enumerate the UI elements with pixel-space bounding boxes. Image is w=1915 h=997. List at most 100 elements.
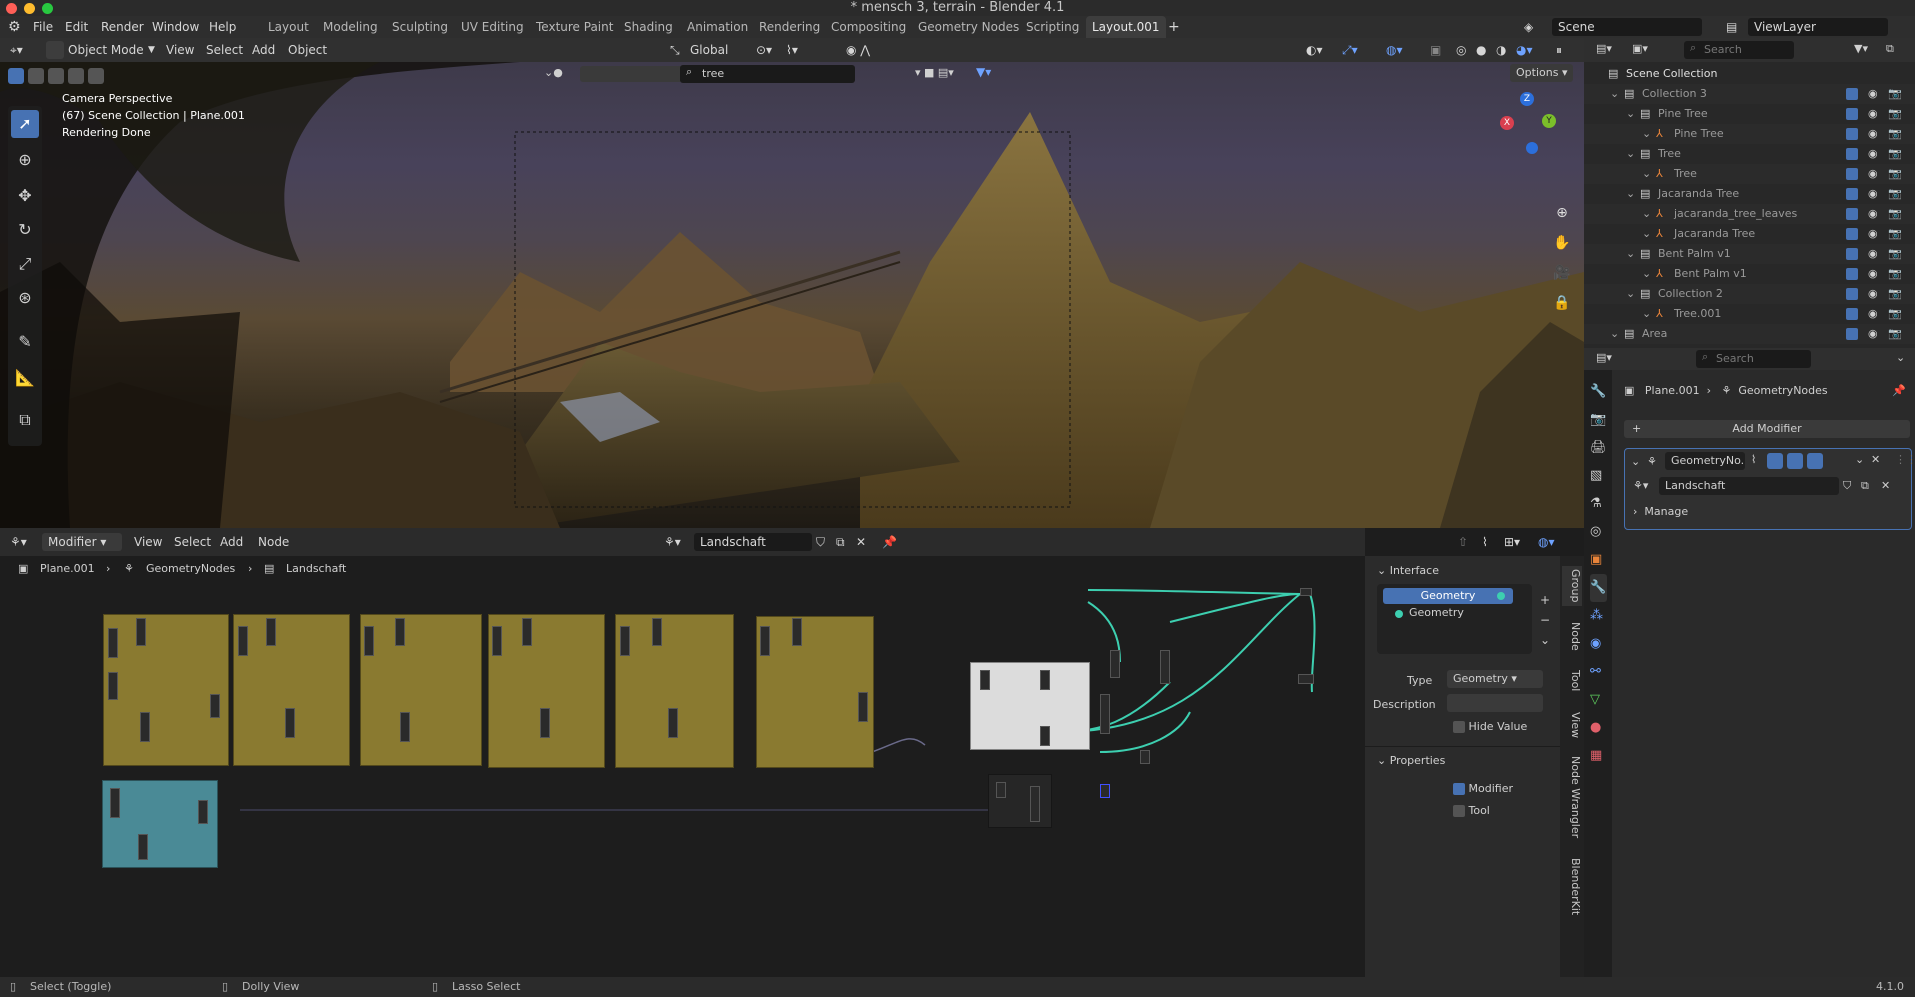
- node-editor-type-icon[interactable]: ⚘▾: [10, 533, 27, 551]
- exclude-checkbox[interactable]: [1846, 88, 1858, 100]
- node[interactable]: [792, 618, 802, 646]
- expand-chevron-icon[interactable]: ⌄: [1626, 244, 1635, 264]
- viewport-options-button[interactable]: Options ▾: [1510, 64, 1574, 82]
- outliner-row[interactable]: ⌄ ▤ Jacaranda Tree ◉ 📷: [1584, 184, 1915, 204]
- expand-chevron-icon[interactable]: ⌄: [1626, 104, 1635, 124]
- add-workspace-icon[interactable]: +: [1168, 16, 1180, 38]
- node[interactable]: [1040, 670, 1050, 690]
- node[interactable]: [266, 618, 276, 646]
- gizmo-z-axis[interactable]: Z: [1520, 92, 1534, 106]
- add-modifier-button[interactable]: + Add Modifier: [1624, 420, 1910, 438]
- expand-chevron-icon[interactable]: ⌄: [1626, 144, 1635, 164]
- menu-add[interactable]: Add: [252, 41, 275, 59]
- select-subtract-icon[interactable]: [48, 68, 64, 84]
- expand-chevron-icon[interactable]: ⌄: [1642, 164, 1651, 184]
- render-toggle-icon[interactable]: [1807, 453, 1823, 469]
- expand-chevron-icon[interactable]: ⌄: [1610, 324, 1619, 344]
- tab-uv-editing[interactable]: UV Editing: [461, 16, 524, 38]
- outliner-row[interactable]: ⌄ ▤ Bent Palm v1 ◉ 📷: [1584, 244, 1915, 264]
- scene-tab-icon[interactable]: ⚗: [1590, 490, 1607, 518]
- breadcrumb-modifier[interactable]: GeometryNodes: [146, 562, 235, 575]
- modifier-checkbox[interactable]: Modifier: [1453, 782, 1513, 795]
- tab-node-wrangler[interactable]: Node Wrangler: [1562, 752, 1582, 842]
- node[interactable]: [110, 788, 120, 818]
- tab-compositing[interactable]: Compositing: [831, 16, 906, 38]
- camera-icon[interactable]: 📷: [1888, 104, 1902, 124]
- viewlayer-icon[interactable]: ▤: [1726, 16, 1737, 38]
- node[interactable]: [395, 618, 405, 646]
- render-tab-icon[interactable]: 📷: [1590, 406, 1607, 434]
- pin-icon[interactable]: 📌: [882, 533, 897, 551]
- interface-panel-header[interactable]: ⌄ Interface: [1377, 564, 1439, 577]
- material-tab-icon[interactable]: ●: [1590, 714, 1607, 742]
- node-editor-canvas[interactable]: [0, 582, 1360, 977]
- outliner-row[interactable]: ⌄ ⅄ Pine Tree ◉ 📷: [1584, 124, 1915, 144]
- new-collection-icon[interactable]: ⧉: [1886, 42, 1894, 56]
- node[interactable]: [108, 672, 118, 700]
- duplicate-tree-icon[interactable]: ⧉: [836, 533, 845, 551]
- node-frame[interactable]: [488, 614, 605, 768]
- bookmark-icon[interactable]: ▾ ■ ▤▾: [915, 66, 954, 79]
- socket-input-geometry[interactable]: Geometry: [1409, 606, 1464, 619]
- camera-icon[interactable]: 📷: [1888, 184, 1902, 204]
- camera-icon[interactable]: 📷: [1888, 204, 1902, 224]
- node[interactable]: [522, 618, 532, 646]
- rotate-tool-icon[interactable]: ↻: [11, 216, 39, 244]
- camera-icon[interactable]: 📷: [1888, 124, 1902, 144]
- cage-toggle-icon[interactable]: [1767, 453, 1783, 469]
- node-frame[interactable]: [615, 614, 734, 768]
- scene-icon[interactable]: ◈: [1524, 16, 1533, 38]
- camera-icon[interactable]: 📷: [1888, 304, 1902, 324]
- shading-material-icon[interactable]: ◑: [1496, 41, 1506, 59]
- node-menu-node[interactable]: Node: [258, 533, 289, 551]
- node[interactable]: [138, 834, 148, 860]
- node[interactable]: [198, 800, 208, 824]
- exclude-checkbox[interactable]: [1846, 128, 1858, 140]
- measure-tool-icon[interactable]: 📐: [11, 364, 39, 392]
- menu-help[interactable]: Help: [209, 16, 236, 38]
- node[interactable]: [996, 782, 1006, 798]
- select-extend-icon[interactable]: [28, 68, 44, 84]
- node-group-selector[interactable]: Landschaft: [1659, 477, 1839, 495]
- socket-menu-icon[interactable]: ⌄: [1540, 630, 1550, 650]
- gizmo-toggle-icon[interactable]: ⤢▾: [1342, 41, 1358, 59]
- viewport-search-field[interactable]: tree: [680, 65, 855, 83]
- node-overlay-icon[interactable]: ◍▾: [1538, 533, 1555, 551]
- parent-node-tree-icon[interactable]: ⇧: [1458, 533, 1468, 551]
- exclude-checkbox[interactable]: [1846, 248, 1858, 260]
- select-box-tool-icon[interactable]: ➚: [11, 110, 39, 138]
- duplicate-icon[interactable]: ⧉: [1861, 479, 1869, 493]
- node[interactable]: [492, 626, 502, 656]
- proportional-edit-icon[interactable]: ◉ ⋀: [846, 41, 870, 59]
- gizmo-y-axis[interactable]: Y: [1542, 114, 1556, 128]
- exclude-checkbox[interactable]: [1846, 328, 1858, 340]
- outliner-type-icon[interactable]: ▤▾: [1596, 42, 1612, 55]
- data-tab-icon[interactable]: ▽: [1590, 686, 1607, 714]
- eye-icon[interactable]: ◉: [1868, 144, 1878, 164]
- node[interactable]: [1030, 786, 1040, 822]
- tool-checkbox[interactable]: Tool: [1453, 804, 1490, 817]
- expand-chevron-icon[interactable]: ⌄: [1642, 304, 1651, 324]
- outliner-row[interactable]: ⌄ ▤ Area ◉ 📷: [1584, 324, 1915, 344]
- add-cube-tool-icon[interactable]: ⧉: [11, 406, 39, 434]
- menu-render[interactable]: Render: [101, 16, 144, 38]
- node-snap-target-icon[interactable]: ⊞▾: [1504, 533, 1520, 551]
- select-invert-icon[interactable]: [68, 68, 84, 84]
- modifier-menu-icon[interactable]: ⌄: [1855, 453, 1864, 466]
- world-tab-icon[interactable]: ◎: [1590, 518, 1607, 546]
- eye-icon[interactable]: ◉: [1868, 204, 1878, 224]
- node[interactable]: [108, 628, 118, 658]
- menu-view[interactable]: View: [166, 41, 194, 59]
- unlink-icon[interactable]: ✕: [1881, 479, 1890, 492]
- remove-modifier-icon[interactable]: ✕: [1871, 453, 1880, 466]
- node[interactable]: [1140, 750, 1150, 764]
- breadcrumb-tree[interactable]: Landschaft: [286, 562, 346, 575]
- move-tool-icon[interactable]: ✥: [11, 182, 39, 210]
- fake-user-icon[interactable]: ⛉: [1843, 479, 1851, 493]
- unlink-tree-icon[interactable]: ✕: [856, 533, 866, 551]
- zoom-icon[interactable]: ⊕: [1552, 198, 1572, 228]
- cursor-tool-icon[interactable]: ⊕: [11, 146, 39, 174]
- expand-chevron-icon[interactable]: ⌄: [1642, 224, 1651, 244]
- outliner-row[interactable]: ⌄ ⅄ Jacaranda Tree ◉ 📷: [1584, 224, 1915, 244]
- outliner-search-input[interactable]: Search: [1684, 41, 1794, 59]
